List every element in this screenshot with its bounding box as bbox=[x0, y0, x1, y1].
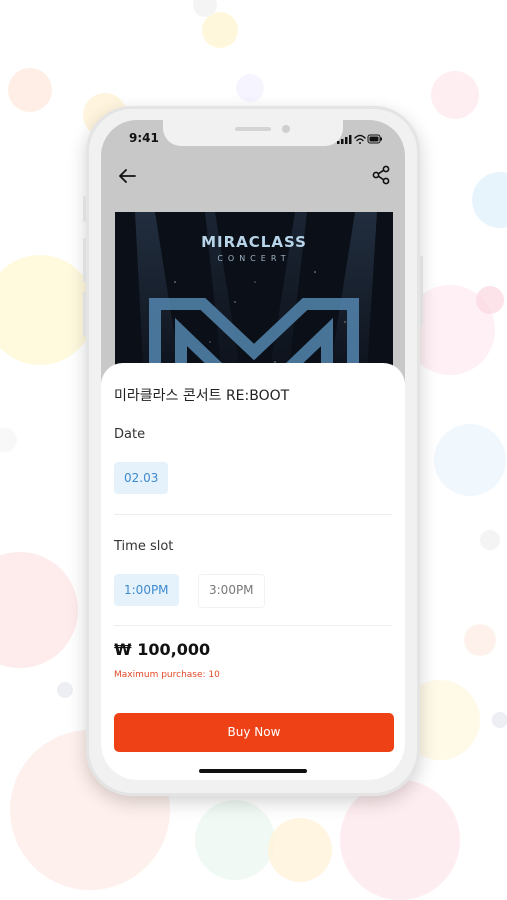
date-option[interactable]: 02.03 bbox=[114, 462, 169, 494]
phone-side-button bbox=[420, 256, 423, 326]
status-icons bbox=[337, 130, 383, 149]
share-icon bbox=[372, 165, 390, 185]
home-indicator bbox=[199, 769, 307, 773]
phone-notch bbox=[163, 120, 343, 146]
max-purchase-note: Maximum purchase: 10 bbox=[114, 670, 220, 680]
booking-sheet: 미라클라스 콘서트 RE:BOOT Date 02.03 Time slot 1… bbox=[101, 363, 405, 780]
time-slot-option[interactable]: 1:00PM bbox=[114, 574, 179, 606]
signal-icon bbox=[337, 135, 352, 144]
battery-icon bbox=[367, 134, 382, 144]
phone-side-button bbox=[83, 238, 86, 282]
buy-now-button[interactable]: Buy Now bbox=[114, 713, 394, 752]
poster-title: MIRACLASS bbox=[201, 233, 307, 251]
status-time: 9:41 bbox=[129, 131, 159, 145]
time-slot-label: Time slot bbox=[114, 539, 174, 554]
share-button[interactable] bbox=[369, 163, 393, 187]
divider bbox=[114, 514, 392, 515]
wifi-icon bbox=[354, 134, 366, 144]
phone-screen: 9:41 MIRACLASS CONCERT 미라클라스 콘서트 RE:BOOT… bbox=[101, 120, 405, 780]
speaker-grille bbox=[235, 127, 271, 131]
back-button[interactable] bbox=[115, 164, 139, 188]
phone-side-button bbox=[83, 292, 86, 336]
event-title: 미라클라스 콘서트 RE:BOOT bbox=[114, 388, 290, 404]
divider bbox=[114, 625, 392, 626]
date-label: Date bbox=[114, 427, 146, 442]
front-camera bbox=[282, 125, 290, 133]
time-slot-option[interactable]: 3:00PM bbox=[198, 574, 265, 608]
poster-subtitle: CONCERT bbox=[217, 254, 291, 263]
ticket-price: ₩ 100,000 bbox=[114, 640, 211, 659]
arrow-left-icon bbox=[119, 169, 136, 183]
phone-side-button bbox=[83, 196, 86, 222]
